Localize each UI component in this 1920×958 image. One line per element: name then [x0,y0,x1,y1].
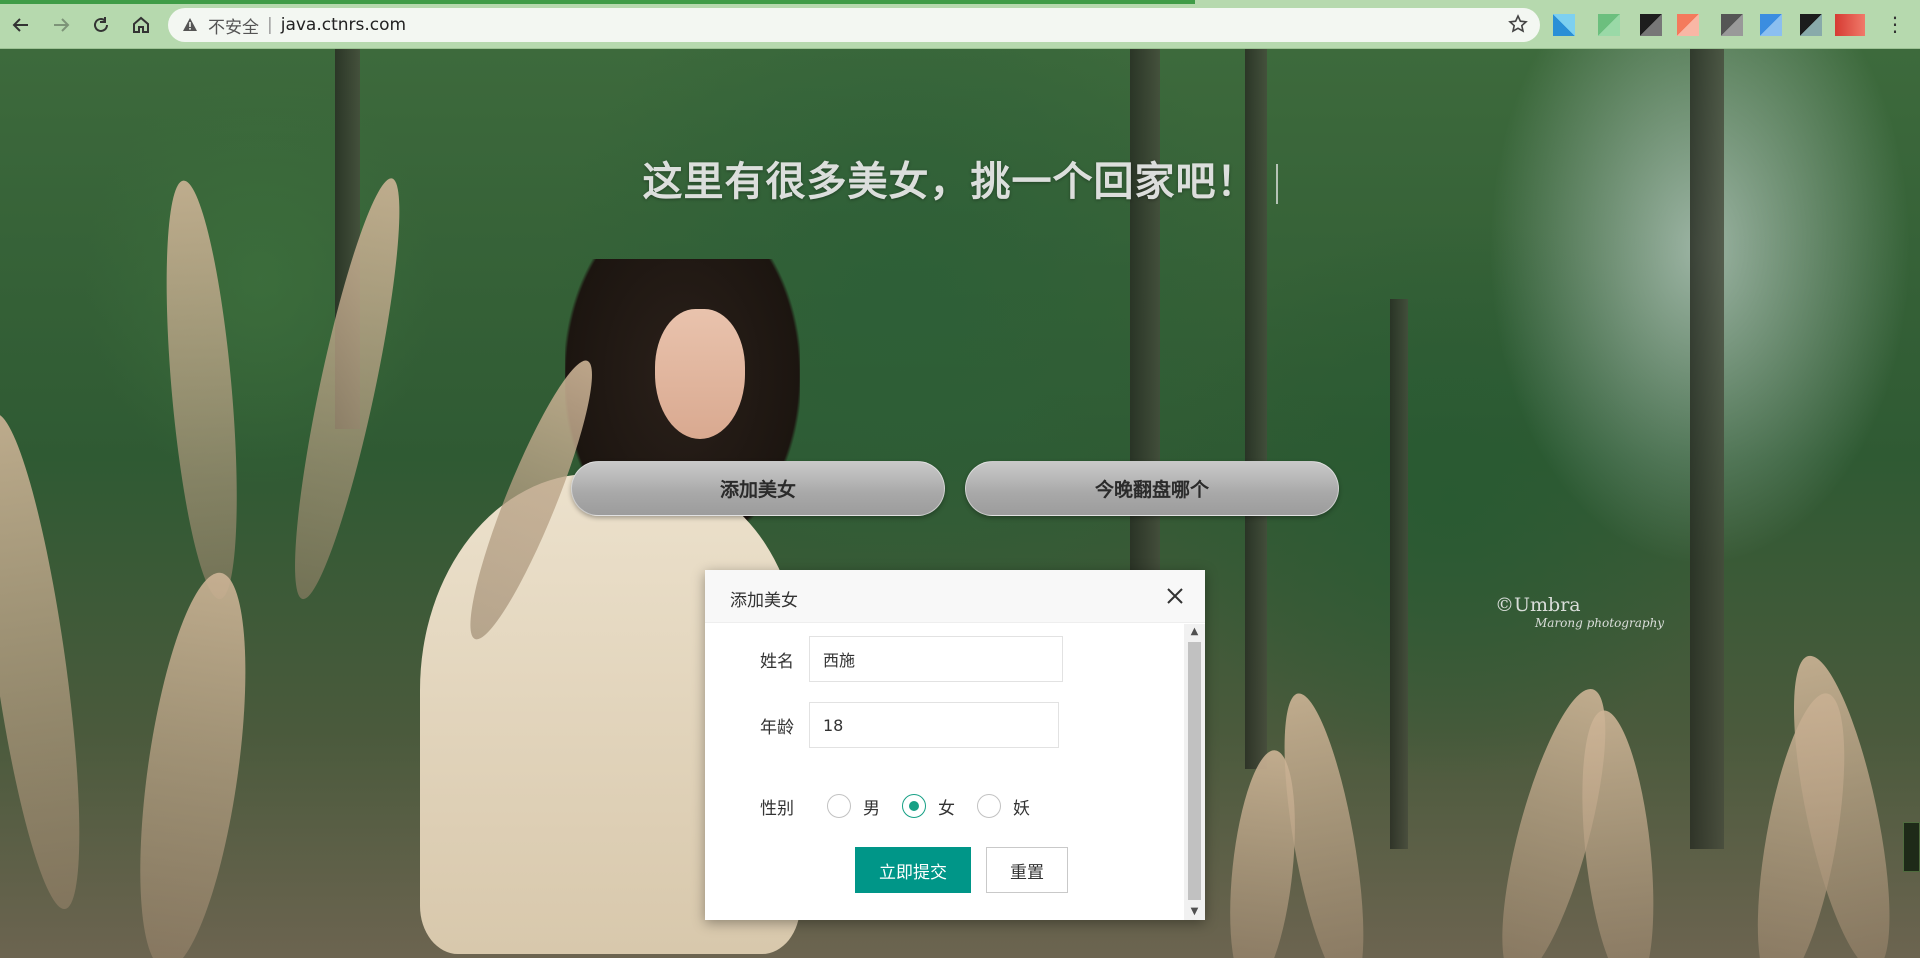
dialog-header: 添加美女 [705,570,1205,623]
home-button[interactable] [128,12,154,38]
dialog-title: 添加美女 [730,591,798,611]
name-input[interactable]: 西施 [809,636,1063,682]
extension-icon[interactable] [1760,14,1782,36]
reload-button[interactable] [88,12,114,38]
scroll-down-icon[interactable]: ▼ [1184,904,1205,920]
radio-label: 女 [938,798,955,819]
back-button[interactable] [8,12,34,38]
page-load-progress [0,0,1195,4]
reload-icon [94,17,108,32]
address-bar[interactable]: 不安全 | java.ctnrs.com [168,8,1540,42]
extension-icon[interactable] [1553,14,1575,36]
browser-menu-icon[interactable]: ⋮ [1885,12,1905,36]
grass-plume [0,408,100,914]
warning-icon [182,17,198,33]
age-label: 年龄 [760,717,794,738]
back-arrow-icon [12,18,28,32]
forward-arrow-icon [54,18,70,32]
gender-option-other[interactable]: 妖 [977,794,1030,819]
dialog-scrollbar[interactable]: ▲ ▼ [1184,624,1205,920]
extension-icon[interactable] [1640,14,1662,36]
radio-button[interactable] [977,794,1001,818]
typing-caret [1275,164,1278,204]
extension-icon[interactable] [1800,14,1822,36]
radio-button-checked[interactable] [902,794,926,818]
gender-radio-group: 男 女 妖 [809,794,1052,819]
scroll-thumb[interactable] [1188,642,1201,900]
grass-plume [153,177,250,602]
photo-watermark: ©Umbra Marong photography [1495,594,1665,630]
home-icon [133,16,149,33]
gender-option-female[interactable]: 女 [902,794,955,819]
extension-icon[interactable] [1677,14,1699,36]
name-row: 姓名 西施 [705,636,1063,682]
photo-subject-face [655,309,745,439]
grass-plume [120,566,266,958]
gender-option-male[interactable]: 男 [827,794,880,819]
forward-button[interactable] [48,12,74,38]
hero-title: 这里有很多美女，挑一个回家吧！ [0,149,1920,207]
gender-label: 性别 [760,798,794,819]
extension-icon[interactable] [1835,14,1865,36]
url-text[interactable]: java.ctnrs.com [281,15,406,35]
tree-trunk [1390,299,1408,849]
pick-tonight-button[interactable]: 今晚翻盘哪个 [965,461,1339,516]
close-icon[interactable] [1163,584,1187,608]
browser-toolbar: 不安全 | java.ctnrs.com ⋮ [0,0,1920,49]
reset-button[interactable]: 重置 [986,847,1068,893]
submit-button[interactable]: 立即提交 [855,847,971,893]
gender-row: 性别 男 女 妖 [705,783,1052,829]
add-dialog: 添加美女 姓名 西施 年龄 18 性别 男 女 妖 立即提交 重置 ▲ ▼ [705,570,1205,920]
security-status[interactable]: 不安全 [208,13,259,38]
extension-icon[interactable] [1721,14,1743,36]
omnibox-separator: | [267,15,273,35]
radio-label: 妖 [1013,798,1030,819]
extension-icon[interactable] [1598,14,1620,36]
add-beauty-button[interactable]: 添加美女 [571,461,945,516]
age-input[interactable]: 18 [809,702,1059,748]
radio-label: 男 [863,798,880,819]
star-icon[interactable] [1508,14,1528,39]
name-label: 姓名 [760,651,794,672]
scroll-up-icon[interactable]: ▲ [1184,624,1205,640]
age-row: 年龄 18 [705,702,1059,748]
photo-watermark-sub: Marong photography [1535,616,1665,630]
side-widget[interactable] [1903,822,1920,872]
grass-plume [1570,707,1665,958]
radio-button[interactable] [827,794,851,818]
